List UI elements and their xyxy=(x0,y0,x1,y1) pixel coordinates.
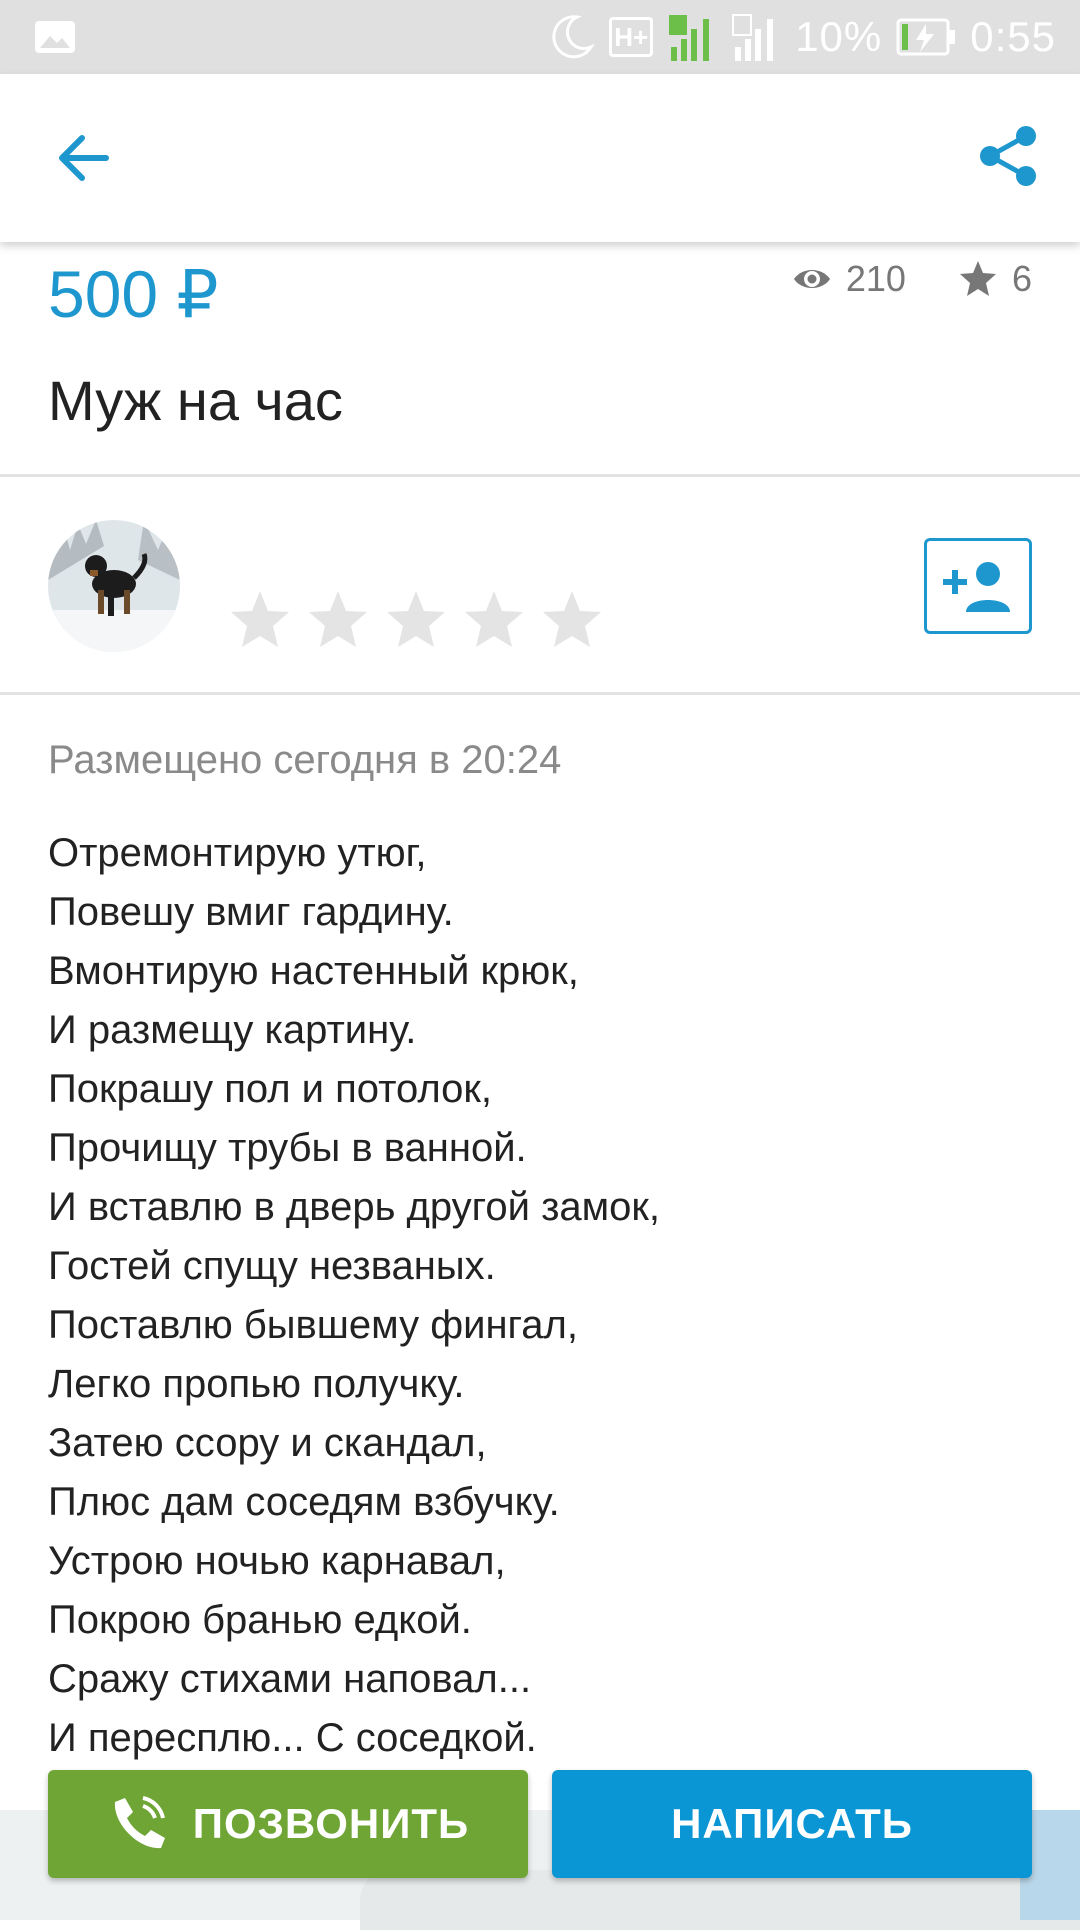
clock: 0:55 xyxy=(970,13,1056,60)
description-line: Плюс дам соседям взбучку. xyxy=(48,1480,560,1524)
description-line: Сражу стихами наповал... xyxy=(48,1657,532,1701)
listing-description: Отремонтирую утюг, Повешу вмиг гардину. … xyxy=(48,824,1028,1768)
battery-percent: 10% xyxy=(795,13,883,60)
status-bar: H+ 10% 0:55 xyxy=(0,0,1080,74)
description-line: Затею ссору и скандал, xyxy=(48,1421,487,1465)
network-type-badge: H+ xyxy=(609,17,654,57)
app-toolbar xyxy=(0,74,1080,242)
listing-title: Муж на час xyxy=(48,369,343,432)
description-line: И пересплю... С соседкой. xyxy=(48,1716,537,1760)
description-line: Устрою ночью карнавал, xyxy=(48,1539,506,1583)
do-not-disturb-moon-icon xyxy=(552,15,595,59)
listing-price: 500 ₽ xyxy=(48,257,219,331)
phone-icon xyxy=(114,1796,165,1849)
write-message-button[interactable]: НАПИСАТЬ xyxy=(552,1770,1032,1878)
sim2-signal-icon xyxy=(732,14,774,61)
description-line: Поставлю бывшему фингал, xyxy=(48,1303,578,1347)
posted-date: Размещено сегодня в 20:24 xyxy=(48,738,562,782)
rating-star-empty-icon xyxy=(231,591,289,647)
description-line: Легко пропью получку. xyxy=(48,1362,465,1406)
sim1-signal-icon xyxy=(669,15,710,61)
description-line: Повешу вмиг гардину. xyxy=(48,890,454,934)
views-count: 210 xyxy=(845,258,906,299)
arrow-left-icon[interactable] xyxy=(48,122,120,194)
share-icon[interactable] xyxy=(972,120,1044,192)
listing-stats: 210 6 xyxy=(792,258,1032,300)
gallery-notification-icon xyxy=(35,21,75,53)
star-icon xyxy=(959,261,996,296)
add-person-icon xyxy=(943,562,1010,612)
description-line: Покрашу пол и потолок, xyxy=(48,1067,493,1111)
rating-star-empty-icon xyxy=(387,591,445,647)
rating-star-empty-icon xyxy=(309,591,367,647)
description-line: Гостей спущу незваных. xyxy=(48,1244,496,1288)
description-line: И размещу картину. xyxy=(48,1008,417,1052)
favorites-count: 6 xyxy=(1011,258,1032,299)
description-line: И вставлю в дверь другой замок, xyxy=(48,1185,661,1229)
add-contact-button[interactable] xyxy=(924,538,1032,634)
call-button[interactable]: ПОЗВОНИТЬ xyxy=(48,1770,528,1878)
rating-star-empty-icon xyxy=(465,591,523,647)
seller-avatar[interactable] xyxy=(48,520,180,652)
seller-rating xyxy=(228,588,604,652)
description-line: Покрою бранью едкой. xyxy=(48,1598,472,1642)
call-button-label: ПОЗВОНИТЬ xyxy=(192,1800,470,1847)
battery-charging-icon xyxy=(896,18,956,56)
description-line: Прочищу трубы в ванной. xyxy=(48,1126,527,1170)
description-line: Вмонтирую настенный крюк, xyxy=(48,949,579,993)
rating-star-empty-icon xyxy=(543,591,601,647)
divider xyxy=(0,692,1080,695)
eye-icon xyxy=(793,270,830,288)
description-line: Отремонтирую утюг, xyxy=(48,831,427,875)
divider xyxy=(0,474,1080,477)
write-button-label: НАПИСАТЬ xyxy=(671,1800,913,1847)
